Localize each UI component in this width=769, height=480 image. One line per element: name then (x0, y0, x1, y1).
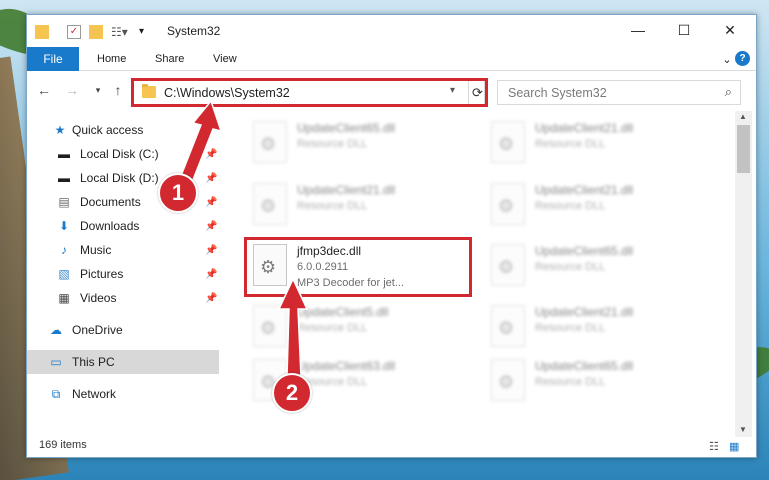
nav-label: Network (72, 387, 117, 401)
folder-icon (35, 25, 49, 39)
callout-arrow-2 (277, 277, 309, 378)
dll-file-icon: ⚙ (253, 183, 287, 225)
tab-view[interactable]: View (213, 47, 237, 71)
cloud-icon: ☁ (50, 323, 62, 337)
nav-label: Pictures (80, 267, 124, 281)
file-type: Resource DLL (535, 322, 606, 334)
search-box[interactable]: Search System32 ⌕ (497, 80, 741, 105)
vertical-scrollbar[interactable]: ▲ ▼ (735, 111, 752, 437)
pin-icon[interactable]: 📌 (205, 293, 217, 304)
network-icon: ⧉ (51, 386, 61, 401)
scroll-up-icon[interactable]: ▲ (739, 112, 747, 121)
ribbon-tabs: File Home Share View ⌄ ? (27, 47, 756, 71)
forward-button[interactable]: → (63, 79, 81, 101)
pin-icon[interactable]: 📌 (205, 221, 217, 232)
pin-icon[interactable]: 📌 (205, 269, 217, 280)
music-icon: ♪ (61, 243, 67, 257)
nav-downloads[interactable]: ⬇ Downloads 📌 (27, 214, 219, 238)
file-item[interactable]: ⚙ UpdateClient21.dll Resource DLL (485, 177, 715, 233)
window-title: System32 (167, 24, 221, 38)
nav-label: Music (80, 243, 112, 257)
dll-file-icon: ⚙ (491, 359, 525, 401)
new-folder-icon[interactable] (89, 25, 103, 39)
expand-ribbon-icon[interactable]: ⌄ (719, 51, 735, 67)
nav-onedrive[interactable]: ☁ OneDrive (27, 318, 219, 342)
pc-icon: ▭ (50, 355, 62, 369)
nav-label: Videos (80, 291, 117, 305)
recent-locations-icon[interactable]: ▾ (89, 79, 107, 101)
large-icons-view-icon[interactable]: ▦ (729, 440, 743, 453)
scroll-thumb[interactable] (737, 125, 750, 173)
properties-icon[interactable]: ✓ (67, 25, 81, 39)
download-icon: ⬇ (58, 219, 70, 233)
file-type: Resource DLL (297, 138, 368, 150)
tab-home[interactable]: Home (97, 47, 126, 71)
file-name: UpdateClient21.dll (535, 183, 634, 197)
qat-dropdown-icon[interactable]: ▾ (139, 25, 153, 39)
nav-this-pc[interactable]: ▭ This PC (27, 350, 219, 374)
disk-icon: ▬ (58, 147, 70, 161)
nav-label: This PC (72, 355, 115, 369)
nav-music[interactable]: ♪ Music 📌 (27, 238, 219, 262)
tab-file[interactable]: File (27, 47, 79, 71)
dll-file-icon: ⚙ (491, 244, 525, 286)
file-type: Resource DLL (535, 261, 606, 273)
callout-badge-1: 1 (158, 173, 198, 213)
nav-pictures[interactable]: ▧ Pictures 📌 (27, 262, 219, 286)
nav-label: Local Disk (D:) (80, 171, 159, 185)
help-icon[interactable]: ? (735, 51, 750, 66)
item-count: 169 items (39, 439, 87, 451)
pictures-icon: ▧ (58, 267, 70, 281)
nav-network[interactable]: ⧉ Network (27, 382, 219, 406)
details-view-icon[interactable]: ☷ (709, 440, 723, 453)
tab-share[interactable]: Share (155, 47, 184, 71)
file-item[interactable]: ⚙ UpdateClient65.dll Resource DLL (247, 115, 477, 171)
dll-file-icon: ⚙ (253, 121, 287, 163)
pin-icon[interactable]: 📌 (205, 245, 217, 256)
nav-videos[interactable]: ▦ Videos 📌 (27, 286, 219, 310)
file-name: UpdateClient21.dll (297, 183, 396, 197)
file-item[interactable]: ⚙ UpdateClient21.dll Resource DLL (485, 115, 715, 171)
file-name: UpdateClient21.dll (535, 305, 634, 319)
up-button[interactable]: ↑ (109, 79, 127, 101)
maximize-button[interactable]: ☐ (661, 15, 707, 45)
file-item[interactable]: ⚙ UpdateClient65.dll Resource DLL (485, 353, 715, 409)
nav-label: OneDrive (72, 323, 123, 337)
minimize-button[interactable]: — (615, 15, 661, 45)
file-type: Resource DLL (535, 138, 606, 150)
nav-label: Quick access (72, 123, 144, 137)
videos-icon: ▦ (58, 291, 70, 305)
file-name: UpdateClient65.dll (535, 359, 634, 373)
file-item[interactable]: ⚙ UpdateClient65.dll Resource DLL (485, 238, 715, 294)
file-name: UpdateClient65.dll (297, 121, 396, 135)
nav-label: Downloads (80, 219, 140, 233)
nav-label: Local Disk (C:) (80, 147, 159, 161)
dll-file-icon: ⚙ (491, 305, 525, 347)
file-item[interactable]: ⚙ UpdateClient21.dll Resource DLL (485, 299, 715, 355)
close-button[interactable]: ✕ (707, 15, 753, 45)
file-type: Resource DLL (535, 200, 606, 212)
file-name: UpdateClient65.dll (535, 244, 634, 258)
documents-icon: ▤ (58, 195, 70, 209)
dll-file-icon: ⚙ (491, 183, 525, 225)
dll-file-icon: ⚙ (491, 121, 525, 163)
file-type: Resource DLL (535, 376, 606, 388)
back-button[interactable]: ← (35, 79, 53, 101)
file-name: UpdateClient21.dll (535, 121, 634, 135)
disk-icon: ▬ (58, 171, 70, 185)
nav-label: Documents (80, 195, 141, 209)
search-icon: ⌕ (724, 84, 732, 99)
star-icon: ★ (54, 123, 66, 137)
explorer-window: ✓ ☷▾ ▾ System32 — ☐ ✕ File Home Share Vi… (26, 14, 757, 458)
file-item[interactable]: ⚙ UpdateClient21.dll Resource DLL (247, 177, 477, 233)
scroll-down-icon[interactable]: ▼ (739, 425, 747, 434)
file-type: Resource DLL (297, 200, 368, 212)
title-bar: ✓ ☷▾ ▾ System32 — ☐ ✕ (27, 15, 756, 47)
callout-badge-2: 2 (272, 373, 312, 413)
search-input[interactable]: Search System32 (508, 86, 607, 100)
customize-qat-icon[interactable]: ☷▾ (111, 25, 128, 39)
